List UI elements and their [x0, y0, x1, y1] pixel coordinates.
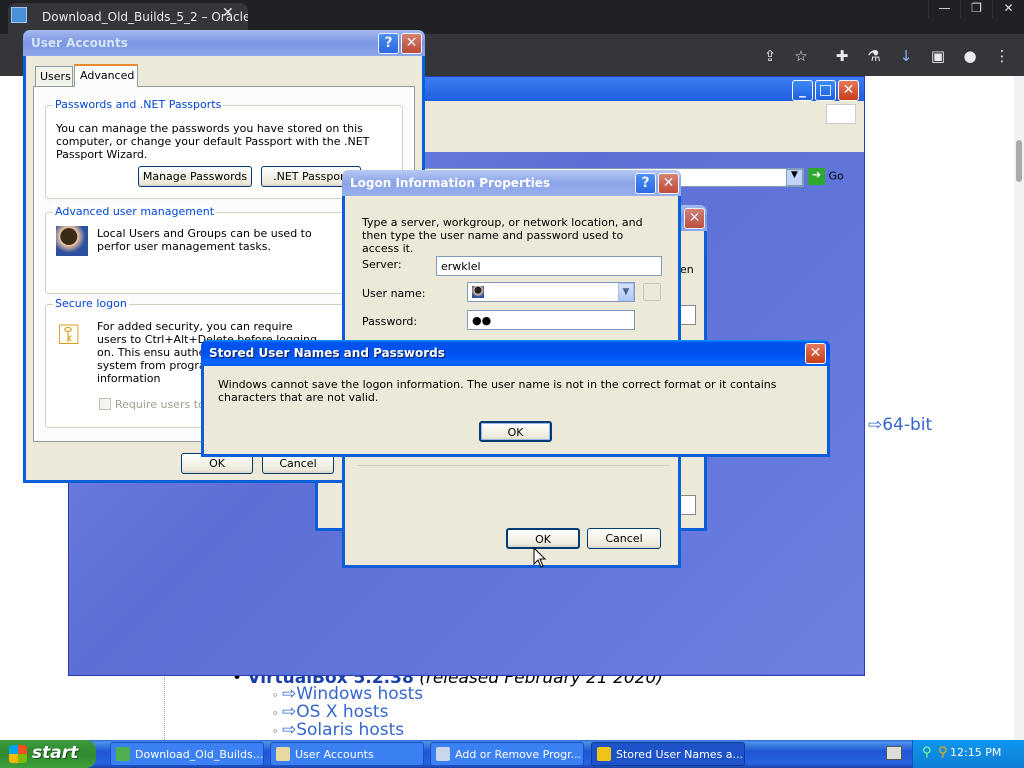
browse-button[interactable]	[643, 283, 661, 301]
windows-flag-icon	[9, 745, 27, 763]
username-combobox[interactable]	[467, 282, 635, 302]
error-dialog-titlebar: Stored User Names and Passwords	[201, 340, 830, 366]
restore-button[interactable]: ❐	[960, 0, 992, 18]
secure-logon-group-label: Secure logon	[53, 297, 129, 310]
list-item: ◦ ⇨Solaris hosts	[272, 720, 405, 740]
window-controls: — ❐ ✕	[928, 0, 1024, 18]
advanced-text: Local Users and Groups can be used to pe…	[97, 227, 312, 253]
virtualbox-favicon-icon	[11, 7, 27, 23]
logon-help-button[interactable]: ?	[635, 173, 656, 194]
help-button[interactable]: ?	[378, 33, 399, 54]
chrome-icon	[116, 747, 130, 761]
address-dropdown-icon[interactable]: ▼	[786, 169, 803, 186]
task-stored-user-names[interactable]: Stored User Names a...	[591, 742, 745, 766]
minimize-button[interactable]: —	[928, 0, 960, 18]
user-accounts-titlebar: User Accounts	[23, 30, 425, 56]
menu-icon[interactable]: ⋮	[992, 46, 1012, 66]
windows-logo-icon	[826, 104, 856, 124]
keyboard-icon[interactable]	[886, 746, 902, 760]
user-icon	[472, 286, 484, 298]
passwords-group-label: Passwords and .NET Passports	[53, 98, 224, 111]
share-icon[interactable]: ⇪	[760, 46, 780, 66]
sidepanel-icon[interactable]: ▣	[928, 46, 948, 66]
close-window-button[interactable]: ✕	[992, 0, 1024, 18]
star-icon[interactable]: ☆	[791, 46, 811, 66]
page-scrollbar-thumb[interactable]	[1016, 140, 1022, 182]
task-user-accounts[interactable]: User Accounts	[270, 742, 424, 766]
link-solaris-hosts[interactable]: ⇨Solaris hosts	[282, 720, 404, 740]
error-ok-button[interactable]: OK	[479, 421, 552, 442]
clock: 12:15 PM	[950, 746, 1002, 759]
bg-close-button[interactable]: ✕	[838, 80, 859, 101]
task-add-remove-programs[interactable]: Add or Remove Progr...	[430, 742, 584, 766]
key-icon	[597, 747, 611, 761]
require-ctrl-alt-del-checkbox[interactable]	[99, 398, 111, 410]
key-icon: ⚿	[58, 318, 80, 351]
user-accounts-title: User Accounts	[31, 36, 128, 50]
logon-close-button[interactable]: ✕	[658, 173, 679, 194]
go-arrow-icon: ➜	[808, 168, 825, 185]
logon-ok-button[interactable]: OK	[506, 528, 580, 549]
tab-users[interactable]: Users	[35, 66, 73, 86]
browser-tab-title: Download_Old_Builds_5_2 – Oracle	[42, 10, 248, 24]
mouse-cursor-icon	[533, 547, 547, 568]
advanced-group-label: Advanced user management	[53, 205, 217, 218]
bg-minimize-button[interactable]: _	[792, 80, 813, 101]
link-windows-hosts[interactable]: ⇨Windows hosts	[282, 684, 423, 704]
server-label: Server:	[362, 258, 402, 271]
tab-advanced[interactable]: Advanced	[74, 64, 138, 87]
profile-icon[interactable]: ●	[960, 46, 980, 66]
manage-passwords-button[interactable]: Manage Passwords	[138, 166, 252, 187]
logon-instructions: Type a server, workgroup, or network loc…	[362, 216, 643, 255]
extensions-icon[interactable]: ✚	[832, 46, 852, 66]
flask-icon[interactable]: ⚗	[864, 46, 884, 66]
tab-close-icon[interactable]: ✕	[222, 5, 234, 21]
stored-user-names-dialog: Stored User Names and Passwords ✕ Window…	[201, 340, 830, 457]
download-icon[interactable]: ↓	[896, 46, 916, 66]
username-dropdown-icon[interactable]: ▼	[618, 283, 634, 301]
username-label: User name:	[362, 287, 426, 300]
task-download-old-builds[interactable]: Download_Old_Builds...	[110, 742, 264, 766]
password-label: Password:	[362, 315, 418, 328]
server-input[interactable]: erwklel	[436, 256, 662, 276]
add-remove-icon	[436, 747, 450, 761]
middle-dialog-close-button[interactable]: ✕	[684, 208, 705, 229]
passwords-text: You can manage the passwords you have st…	[56, 122, 370, 161]
network-icon[interactable]: ⚲	[922, 745, 936, 761]
error-dialog-close-button[interactable]: ✕	[805, 343, 826, 364]
link-64bit[interactable]: ⇨64-bit	[868, 415, 932, 435]
users-group-icon	[56, 226, 88, 256]
go-button[interactable]: ➜ Go	[808, 168, 858, 187]
logon-info-titlebar: Logon Information Properties	[342, 170, 681, 196]
password-input[interactable]: ●●	[467, 310, 635, 330]
logon-info-title: Logon Information Properties	[350, 176, 550, 190]
error-message: Windows cannot save the logon informatio…	[218, 378, 777, 404]
user-accounts-icon	[276, 747, 290, 761]
middle-dialog-text-right: en	[680, 263, 694, 276]
logon-cancel-button[interactable]: Cancel	[587, 528, 661, 549]
bg-maximize-button[interactable]: □	[815, 80, 836, 101]
link-osx-hosts[interactable]: ⇨OS X hosts	[282, 702, 388, 722]
hosts-list: ◦ ⇨Windows hosts ◦ ⇨OS X hosts ◦ ⇨Solari…	[272, 686, 423, 740]
error-dialog-title: Stored User Names and Passwords	[209, 346, 445, 360]
user-accounts-close-button[interactable]: ✕	[401, 33, 422, 54]
